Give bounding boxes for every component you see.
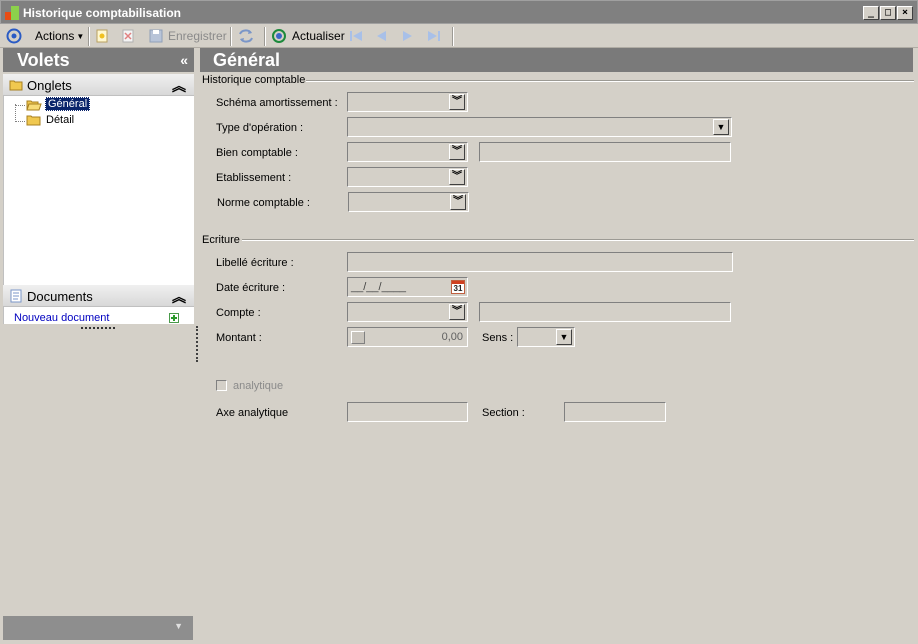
libelle-label: Libellé écriture : xyxy=(216,257,294,269)
compte-description-field[interactable] xyxy=(479,302,731,322)
refresh-button[interactable]: Actualiser xyxy=(271,27,345,45)
section-label: Section : xyxy=(482,407,525,419)
section-field[interactable] xyxy=(564,402,666,422)
folder-icon xyxy=(9,80,23,91)
toolbar-separator xyxy=(264,27,266,46)
group-title-historique: Historique comptable xyxy=(202,74,306,86)
montant-value: 0,00 xyxy=(441,331,463,343)
document-icon xyxy=(10,289,22,303)
documents-section-title: Documents xyxy=(27,289,93,304)
tabs-section-header[interactable]: Onglets ︽ xyxy=(3,74,194,96)
tabs-section-title: Onglets xyxy=(27,78,72,93)
analytique-checkbox[interactable] xyxy=(216,380,227,391)
panel-title-label: Volets xyxy=(17,50,70,70)
toolbar-separator xyxy=(452,27,454,46)
double-chevron-down-icon[interactable]: ︾ xyxy=(450,194,466,210)
calendar-icon[interactable]: 31 xyxy=(451,280,465,294)
norme-combo[interactable]: ︾ xyxy=(348,192,469,212)
refresh-label: Actualiser xyxy=(292,29,345,43)
first-record-icon[interactable] xyxy=(348,27,364,45)
montant-label: Montant : xyxy=(216,332,262,344)
app-icon xyxy=(5,6,19,20)
add-document-icon[interactable] xyxy=(169,313,179,323)
libelle-field[interactable] xyxy=(347,252,733,272)
chevron-down-icon[interactable]: ▼ xyxy=(174,621,183,631)
window-title: Historique comptabilisation xyxy=(23,6,182,20)
left-panel: Volets « Onglets ︽ Général Détail Docume… xyxy=(3,48,194,642)
chevron-down-icon: ▼ xyxy=(76,31,85,41)
chevron-down-icon[interactable]: ▼ xyxy=(713,119,729,135)
schema-combo[interactable]: ︾ xyxy=(347,92,468,112)
group-title-ecriture: Ecriture xyxy=(202,234,240,246)
save-label: Enregistrer xyxy=(168,29,227,43)
etablissement-combo[interactable]: ︾ xyxy=(347,167,468,187)
axe-label: Axe analytique xyxy=(216,407,289,419)
toolbar-separator xyxy=(230,27,232,46)
sens-label: Sens : xyxy=(482,332,514,344)
new-document-link[interactable]: Nouveau document xyxy=(14,312,109,324)
title-bar: Historique comptabilisation _ □ × xyxy=(0,0,918,24)
actions-menu-icon[interactable] xyxy=(6,27,22,45)
bien-combo[interactable]: ︾ xyxy=(347,142,468,162)
tree-item-general[interactable]: Général xyxy=(26,97,91,111)
type-operation-select[interactable]: ▼ xyxy=(347,117,732,137)
date-placeholder: __/__/____ xyxy=(351,281,407,293)
folder-icon xyxy=(26,115,41,126)
bien-description-field[interactable] xyxy=(479,142,731,162)
tree-item-label: Détail xyxy=(46,113,75,126)
page-title: Général xyxy=(200,48,913,72)
date-label: Date écriture : xyxy=(216,282,286,294)
toolbar: Actions ▼ Enregistrer Actualiser xyxy=(0,24,918,48)
tree-item-label: Général xyxy=(45,97,91,111)
save-button[interactable]: Enregistrer xyxy=(148,27,227,45)
splitter-handle[interactable] xyxy=(81,327,115,330)
maximize-button[interactable]: □ xyxy=(880,6,896,20)
double-chevron-down-icon[interactable]: ︾ xyxy=(449,94,465,110)
montant-field[interactable]: 0,00 xyxy=(347,327,468,347)
sens-select[interactable]: ▼ xyxy=(517,327,575,347)
compte-combo[interactable]: ︾ xyxy=(347,302,468,322)
double-chevron-down-icon[interactable]: ︾ xyxy=(449,144,465,160)
group-divider xyxy=(242,239,914,241)
bien-label: Bien comptable : xyxy=(216,147,298,159)
refresh-icon xyxy=(272,29,286,43)
toolbar-separator xyxy=(88,27,90,46)
previous-record-icon[interactable] xyxy=(374,27,388,45)
save-icon xyxy=(149,29,163,43)
minimize-button[interactable]: _ xyxy=(863,6,879,20)
schema-label: Schéma amortissement : xyxy=(216,97,338,109)
panel-footer: ▼ xyxy=(3,616,193,640)
vertical-splitter[interactable] xyxy=(196,326,198,362)
axe-field[interactable] xyxy=(347,402,468,422)
open-folder-icon xyxy=(26,100,42,110)
collapse-panel-icon[interactable]: « xyxy=(180,48,188,72)
actions-menu-label: Actions xyxy=(35,29,75,43)
compte-label: Compte : xyxy=(216,307,261,319)
calculator-icon[interactable] xyxy=(351,331,365,344)
analytique-label: analytique xyxy=(233,380,284,392)
collapse-section-icon[interactable]: ︽ xyxy=(172,76,186,96)
new-icon[interactable] xyxy=(95,27,109,45)
close-button[interactable]: × xyxy=(897,6,913,20)
etablissement-label: Etablissement : xyxy=(216,172,292,184)
group-divider xyxy=(306,80,914,82)
next-record-icon[interactable] xyxy=(400,27,414,45)
delete-icon[interactable] xyxy=(121,27,135,45)
actions-menu[interactable]: Actions ▼ xyxy=(35,27,84,45)
date-field[interactable]: __/__/____ 31 xyxy=(347,277,468,297)
calendar-day: 31 xyxy=(453,284,463,293)
norme-label: Norme comptable : xyxy=(217,197,310,209)
tree-item-detail[interactable]: Détail xyxy=(26,113,74,126)
sync-icon[interactable] xyxy=(237,27,255,45)
documents-section-header[interactable]: Documents ︽ xyxy=(3,285,194,307)
double-chevron-down-icon[interactable]: ︾ xyxy=(449,169,465,185)
panel-title: Volets « xyxy=(3,48,194,72)
chevron-down-icon[interactable]: ▼ xyxy=(556,329,572,345)
last-record-icon[interactable] xyxy=(426,27,442,45)
double-chevron-down-icon[interactable]: ︾ xyxy=(449,304,465,320)
type-operation-label: Type d'opération : xyxy=(216,122,304,134)
collapse-section-icon[interactable]: ︽ xyxy=(172,287,186,307)
